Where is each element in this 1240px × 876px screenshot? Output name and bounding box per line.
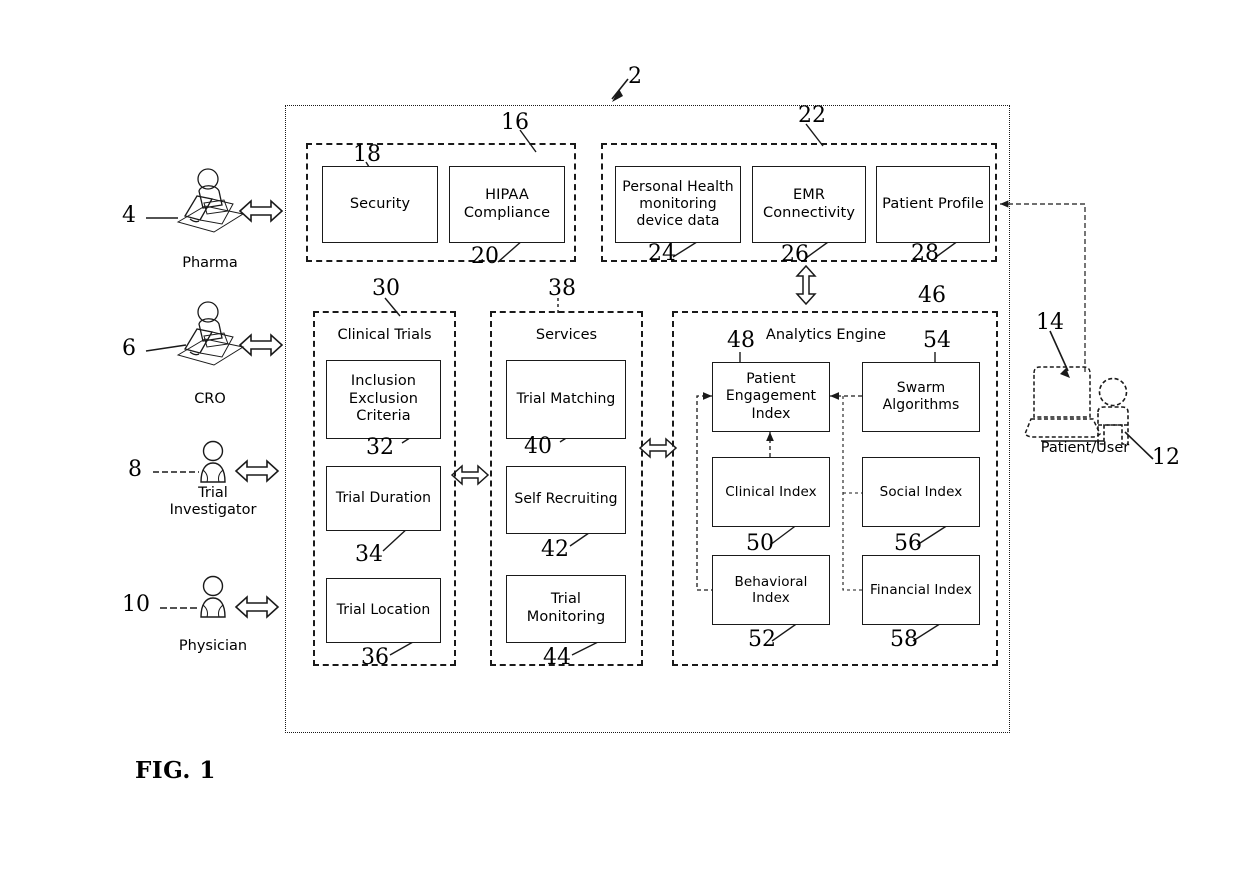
box-clinical-index[interactable]: Clinical Index (712, 457, 830, 527)
actor-label-patient-user: Patient/User (1040, 440, 1130, 456)
pharma-icon (176, 168, 245, 233)
ref-numeral-42: 42 (541, 537, 569, 562)
laptop-icon (1024, 366, 1101, 438)
physician-icon (200, 575, 226, 618)
actor-label-pharma: Pharma (182, 255, 238, 271)
ref-numeral-58: 58 (890, 627, 918, 652)
ref-numeral-14: 14 (1036, 310, 1064, 335)
physician-connector-arrow (234, 595, 280, 619)
ref-numeral-56: 56 (894, 531, 922, 556)
cro-connector-arrow (238, 333, 284, 357)
box-security-label: Security (349, 195, 411, 212)
ref-numeral-38: 38 (548, 276, 576, 301)
box-financial-index-label: Financial Index (869, 581, 973, 598)
pharma-connector-arrow (238, 199, 284, 223)
box-trial-duration-label: Trial Duration (335, 489, 432, 506)
figure-caption: FIG. 1 (135, 757, 216, 784)
ref-numeral-34: 34 (355, 542, 383, 567)
group-clinical-trials-title: Clinical Trials (337, 327, 432, 343)
laptop-ref-leader (1049, 330, 1069, 372)
ref-numeral-10: 10 (122, 592, 150, 617)
cro-ref-leader (145, 344, 187, 352)
ref-numeral-50: 50 (746, 531, 774, 556)
box-self-recruiting[interactable]: Self Recruiting (506, 466, 626, 534)
box-financial-index[interactable]: Financial Index (862, 555, 980, 625)
box-hipaa-compliance[interactable]: HIPAA Compliance (449, 166, 565, 243)
ref-numeral-54: 54 (923, 328, 951, 353)
box-social-index-label: Social Index (879, 483, 963, 500)
laptop-to-patient-profile-connector (1000, 200, 1086, 372)
ref-numeral-44: 44 (543, 645, 571, 670)
box-self-recruiting-label: Self Recruiting (514, 491, 618, 508)
trial-investigator-icon (200, 440, 226, 483)
box-behavioral-index-label: Behavioral Index (734, 573, 808, 606)
group-services-title: Services (535, 327, 598, 343)
ref-numeral-6: 6 (122, 336, 136, 361)
ref-numeral-28: 28 (911, 241, 939, 266)
box-trial-matching[interactable]: Trial Matching (506, 360, 626, 439)
system-ref-leader (611, 78, 629, 102)
box-inclusion-exclusion-criteria-label: Inclusion Exclusion Criteria (348, 372, 419, 425)
patient-user-icon (1097, 377, 1129, 445)
box-trial-duration[interactable]: Trial Duration (326, 466, 441, 531)
box-personal-health-monitoring[interactable]: Personal Health monitoring device data (615, 166, 741, 243)
ref-numeral-32: 32 (366, 435, 394, 460)
ref-numeral-20: 20 (471, 244, 499, 269)
box-trial-monitoring-label: Trial Monitoring (526, 591, 606, 625)
box-trial-monitoring[interactable]: Trial Monitoring (506, 575, 626, 643)
box-trial-matching-label: Trial Matching (516, 390, 616, 407)
box-clinical-index-label: Clinical Index (725, 483, 817, 500)
box-patient-engagement-index-label: Patient Engagement Index (725, 371, 817, 422)
box-patient-profile[interactable]: Patient Profile (876, 166, 990, 243)
cro-icon (176, 301, 245, 366)
box-trial-location-label: Trial Location (336, 601, 431, 618)
ref-numeral-2: 2 (628, 64, 642, 89)
box-patient-profile-label: Patient Profile (882, 195, 984, 212)
ref-numeral-46: 46 (918, 283, 946, 308)
box-patient-engagement-index[interactable]: Patient Engagement Index (712, 362, 830, 432)
ref-numeral-8: 8 (128, 457, 142, 482)
ref-numeral-52: 52 (748, 627, 776, 652)
ref-numeral-24: 24 (648, 241, 676, 266)
ref-numeral-22: 22 (798, 103, 826, 128)
actor-label-trial-investigator: Trial Investigator (169, 485, 257, 519)
ref-numeral-18: 18 (353, 142, 381, 167)
box-emr-connectivity[interactable]: EMR Connectivity (752, 166, 866, 243)
group-analytics-engine-title: Analytics Engine (765, 327, 887, 343)
box-swarm-algorithms-label: Swarm Algorithms (882, 379, 960, 413)
ref-numeral-4: 4 (122, 203, 136, 228)
ref-numeral-36: 36 (361, 645, 389, 670)
trial-investigator-connector-arrow (234, 459, 280, 483)
ref-numeral-26: 26 (781, 242, 809, 267)
box-trial-location[interactable]: Trial Location (326, 578, 441, 643)
ref-numeral-12: 12 (1152, 445, 1180, 470)
box-behavioral-index[interactable]: Behavioral Index (712, 555, 830, 625)
ref-numeral-16: 16 (501, 110, 529, 135)
box-swarm-algorithms[interactable]: Swarm Algorithms (862, 362, 980, 432)
ref-numeral-48: 48 (727, 328, 755, 353)
patent-figure: 2 16 Security 18 HIPAA Compliance 20 22 … (0, 0, 1240, 876)
box-personal-health-monitoring-label: Personal Health monitoring device data (622, 178, 734, 230)
ref-numeral-30: 30 (372, 276, 400, 301)
ref-numeral-40: 40 (524, 434, 552, 459)
box-hipaa-compliance-label: HIPAA Compliance (463, 186, 551, 221)
actor-label-physician: Physician (178, 638, 248, 654)
box-emr-connectivity-label: EMR Connectivity (762, 186, 856, 221)
box-security[interactable]: Security (322, 166, 438, 243)
box-inclusion-exclusion-criteria[interactable]: Inclusion Exclusion Criteria (326, 360, 441, 439)
box-social-index[interactable]: Social Index (862, 457, 980, 527)
actor-label-cro: CRO (194, 391, 226, 407)
